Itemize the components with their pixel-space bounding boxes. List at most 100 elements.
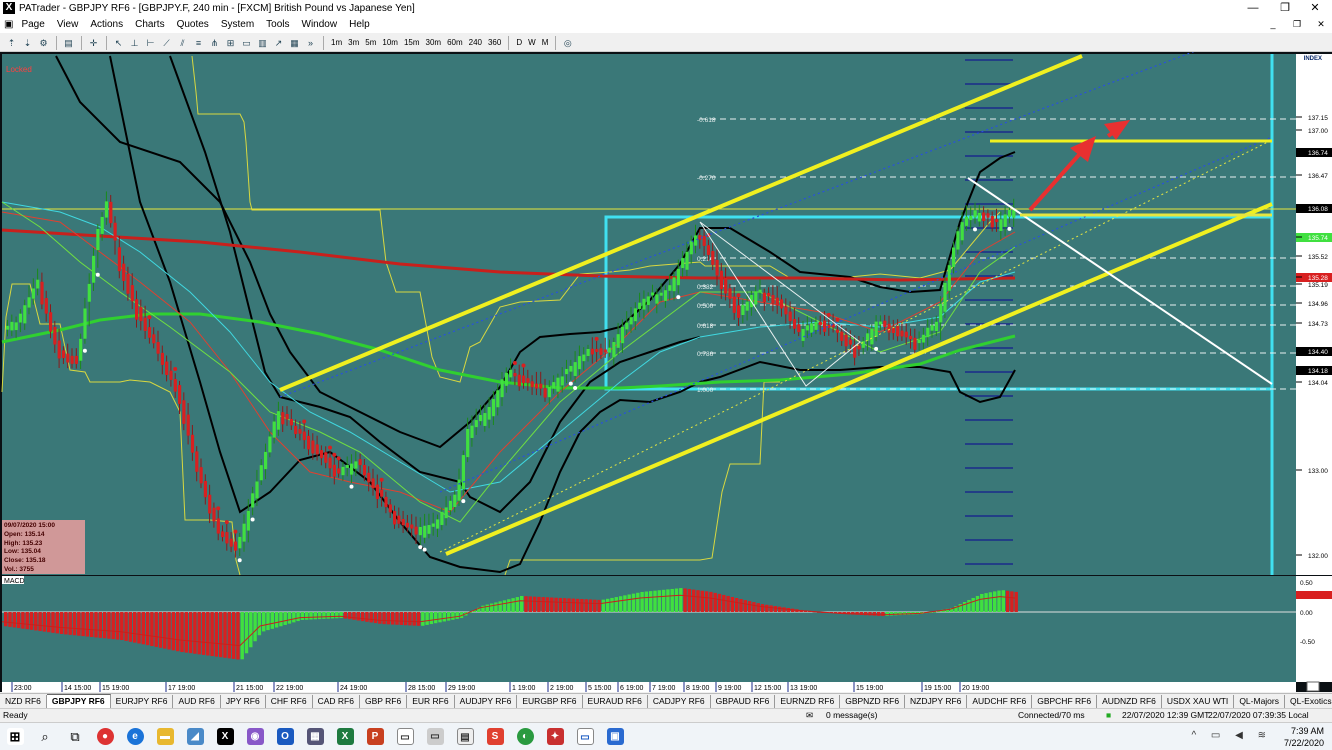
word-icon[interactable]: ▭: [390, 724, 420, 750]
up-arrow-tool-icon[interactable]: ⇡: [4, 36, 19, 50]
app-icon-2[interactable]: ◉: [240, 724, 270, 750]
app-icon-3[interactable]: ▭: [420, 724, 450, 750]
trendline-tool-icon[interactable]: ⟋: [159, 36, 174, 50]
symbol-tab[interactable]: AUDNZD RF6: [1097, 694, 1162, 708]
menu-system[interactable]: System: [215, 19, 260, 30]
chrome-icon[interactable]: ●: [90, 724, 120, 750]
tf-1m[interactable]: 1m: [328, 38, 345, 47]
symbol-tab[interactable]: CHF RF6: [266, 694, 313, 708]
app-icon-7[interactable]: ✦: [540, 724, 570, 750]
chart-type-icon[interactable]: ▤: [61, 36, 76, 50]
symbol-tab[interactable]: GBPNZD RF6: [840, 694, 906, 708]
gann-tool-icon[interactable]: ⊞: [223, 36, 238, 50]
tf-weekly[interactable]: W: [525, 38, 539, 47]
channel-tool-icon[interactable]: ⫽: [175, 36, 190, 50]
menu-view[interactable]: View: [51, 19, 85, 30]
tf-60m[interactable]: 60m: [444, 38, 466, 47]
edge-icon[interactable]: e: [120, 724, 150, 750]
symbol-tab[interactable]: EURAUD RF6: [583, 694, 648, 708]
minimize-button[interactable]: —: [1236, 0, 1270, 16]
tf-5m[interactable]: 5m: [362, 38, 379, 47]
crosshair-icon[interactable]: ✛: [86, 36, 101, 50]
chart-area[interactable]: INDEX Locked -0.618 -0.270 0.214 0.382 0.500…: [0, 52, 1332, 692]
mdi-close-button[interactable]: ✕: [1310, 18, 1332, 31]
excel-icon[interactable]: X: [330, 724, 360, 750]
menu-page[interactable]: Page: [15, 19, 50, 30]
symbol-tab[interactable]: GBPJPY RF6: [46, 694, 111, 708]
search-icon[interactable]: ⌕: [30, 724, 60, 750]
symbol-tab[interactable]: EURNZD RF6: [775, 694, 841, 708]
tf-30m[interactable]: 30m: [423, 38, 445, 47]
symbol-tab[interactable]: AUDJPY RF6: [455, 694, 518, 708]
symbol-tab[interactable]: EURGBP RF6: [517, 694, 583, 708]
menu-actions[interactable]: Actions: [84, 19, 129, 30]
menu-tools[interactable]: Tools: [260, 19, 295, 30]
chart-settings-icon[interactable]: ⚙: [36, 36, 51, 50]
symbol-tab[interactable]: EUR RF6: [407, 694, 455, 708]
app-icon-8[interactable]: ▭: [570, 724, 600, 750]
fib-fan-tool-icon[interactable]: ⋔: [207, 36, 222, 50]
menu-help[interactable]: Help: [343, 19, 376, 30]
app-icon-9[interactable]: ▣: [600, 724, 630, 750]
menu-window[interactable]: Window: [296, 19, 344, 30]
messages-icon[interactable]: ✉: [806, 710, 813, 721]
maximize-button[interactable]: ❐: [1268, 0, 1302, 16]
symbol-tab[interactable]: CADJPY RF6: [648, 694, 711, 708]
status-messages[interactable]: 0 message(s): [826, 710, 878, 720]
rectangle-tool-icon[interactable]: ▭: [239, 36, 254, 50]
file-explorer-icon[interactable]: ▬: [150, 724, 180, 750]
menu-quotes[interactable]: Quotes: [171, 19, 215, 30]
menu-charts[interactable]: Charts: [129, 19, 170, 30]
tf-240[interactable]: 240: [466, 38, 485, 47]
outlook-icon[interactable]: O: [270, 724, 300, 750]
symbol-tab[interactable]: GBP RF6: [360, 694, 408, 708]
symbol-tab[interactable]: QL-Majors: [1234, 694, 1285, 708]
hline-tool-icon[interactable]: ⊥: [127, 36, 142, 50]
tf-360[interactable]: 360: [485, 38, 504, 47]
taskbar-clock[interactable]: 7:39 AM 7/22/2020: [1284, 725, 1324, 749]
macd-bar: [575, 598, 580, 612]
symbol-tab[interactable]: EURJPY RF6: [111, 694, 174, 708]
delete-tool-icon[interactable]: ▦: [287, 36, 302, 50]
fib-tool-icon[interactable]: ≡: [191, 36, 206, 50]
symbol-tab[interactable]: USDX XAU WTI: [1162, 694, 1235, 708]
tf-3m[interactable]: 3m: [345, 38, 362, 47]
task-view-icon[interactable]: ⧉: [60, 724, 90, 750]
tf-10m[interactable]: 10m: [379, 38, 401, 47]
price-chart[interactable]: INDEX Locked -0.618-0.2700.2140.3820.500…: [0, 52, 1332, 692]
symbol-tab[interactable]: GBPCHF RF6: [1032, 694, 1098, 708]
app-icon-4[interactable]: ▤: [450, 724, 480, 750]
app-icon-6[interactable]: ◐: [510, 724, 540, 750]
system-tray[interactable]: ^ ▭ ◀ ≋: [1191, 730, 1272, 741]
powerpoint-icon[interactable]: P: [360, 724, 390, 750]
symbol-tab[interactable]: NZD RF6: [0, 694, 47, 708]
symbol-tab[interactable]: GBPAUD RF6: [711, 694, 776, 708]
signal-dot: [568, 381, 573, 386]
scroll-end-icon[interactable]: [1306, 681, 1320, 692]
app-icon-5[interactable]: S: [480, 724, 510, 750]
text-tool-icon[interactable]: ▥: [255, 36, 270, 50]
symbol-tab[interactable]: AUDCHF RF6: [967, 694, 1033, 708]
symbol-tab[interactable]: CAD RF6: [313, 694, 360, 708]
symbol-tab[interactable]: NZDJPY RF6: [905, 694, 968, 708]
symbol-tab[interactable]: QL-Exotics: [1285, 695, 1332, 708]
down-arrow-tool-icon[interactable]: ⇣: [20, 36, 35, 50]
pointer-icon[interactable]: ↖: [111, 36, 126, 50]
macd-bar: [249, 612, 253, 648]
target-icon[interactable]: ◎: [560, 36, 575, 50]
vline-tool-icon[interactable]: ⊢: [143, 36, 158, 50]
symbol-tab[interactable]: JPY RF6: [221, 694, 266, 708]
patrader-icon[interactable]: X: [210, 724, 240, 750]
more-tools-icon[interactable]: »: [303, 36, 318, 50]
tf-daily[interactable]: D: [513, 38, 525, 47]
tf-monthly[interactable]: M: [539, 38, 552, 47]
symbol-tab[interactable]: AUD RF6: [173, 694, 221, 708]
windows-start-icon[interactable]: ⊞: [0, 724, 30, 750]
tf-15m[interactable]: 15m: [401, 38, 423, 47]
calculator-icon[interactable]: ▦: [300, 724, 330, 750]
app-icon-1[interactable]: ◢: [180, 724, 210, 750]
mdi-minimize-button[interactable]: _: [1262, 18, 1284, 31]
mdi-restore-button[interactable]: ❐: [1286, 18, 1308, 31]
close-button[interactable]: ✕: [1298, 0, 1332, 16]
arrow-tool-icon[interactable]: ↗: [271, 36, 286, 50]
